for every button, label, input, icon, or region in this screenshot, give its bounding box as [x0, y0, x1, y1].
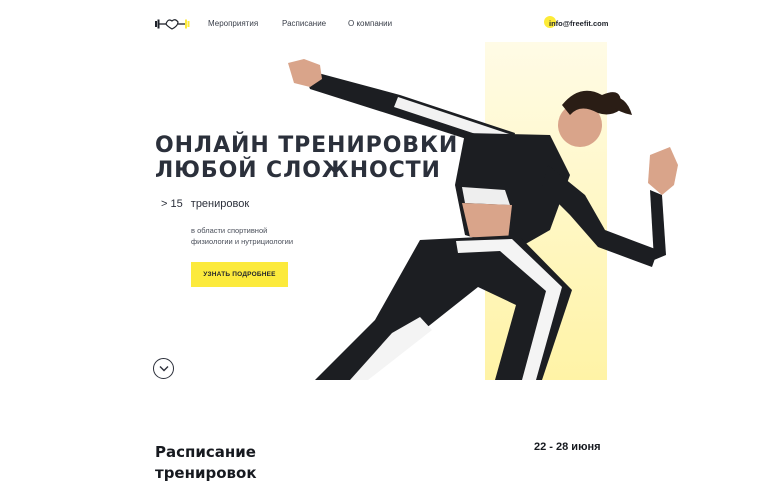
workouts-count: > 15: [161, 198, 183, 210]
nav-about-link[interactable]: О компании: [348, 19, 392, 28]
hero-title: ОНЛАЙН ТРЕНИРОВКИ ЛЮБОЙ СЛОЖНОСТИ: [155, 133, 458, 183]
nav-events-link[interactable]: Мероприятия: [208, 19, 258, 28]
schedule-title-line: тренировок: [155, 464, 257, 482]
dumbbell-heart-icon[interactable]: [154, 17, 194, 31]
nav-schedule-link[interactable]: Расписание: [282, 19, 326, 28]
chevron-down-icon: [159, 366, 168, 372]
schedule-date-range: 22 - 28 июня: [534, 441, 601, 453]
scroll-down-button[interactable]: [153, 358, 174, 379]
athlete-running-photo: [288, 59, 678, 380]
hero-description: в области спортивной физиологии и нутриц…: [191, 225, 331, 247]
workouts-label: тренировок: [190, 198, 250, 210]
hero-title-line: ЛЮБОЙ СЛОЖНОСТИ: [155, 158, 441, 183]
schedule-title-line: Расписание: [155, 443, 256, 461]
email-link[interactable]: info@freefit.com: [549, 19, 608, 28]
hero-description-line: физиологии и нутрициологии: [191, 237, 294, 246]
workouts-stat: > 15 тренировок: [161, 198, 249, 210]
hero-description-line: в области спортивной: [191, 226, 268, 235]
learn-more-button[interactable]: УЗНАТЬ ПОДРОБНЕЕ: [191, 262, 288, 287]
schedule-title: Расписание тренировок: [155, 442, 257, 484]
hero-title-line: ОНЛАЙН ТРЕНИРОВКИ: [155, 133, 459, 158]
